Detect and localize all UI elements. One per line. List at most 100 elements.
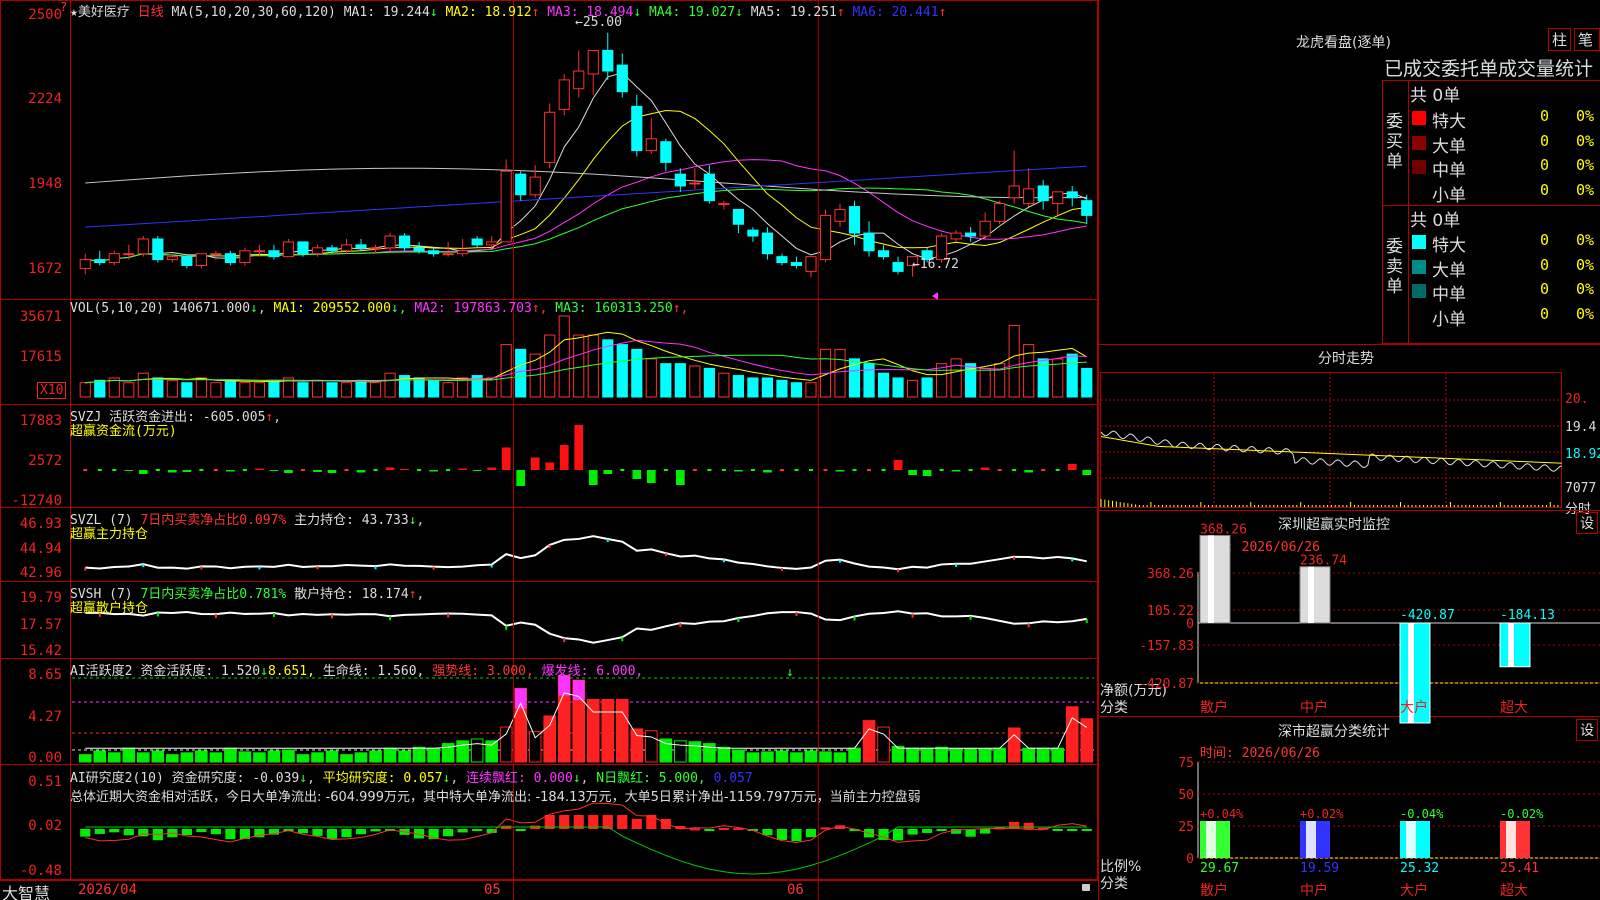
svzj-bar: [675, 470, 685, 485]
candle-body: [471, 238, 483, 246]
ai1-bar: [993, 747, 1006, 763]
ai2-bar: [1067, 829, 1078, 831]
ma-arrow-6: ↑: [938, 5, 947, 20]
svzj-bar: [284, 470, 293, 473]
ai1-bar: [340, 754, 353, 763]
intraday-tick-0: 20.: [1565, 392, 1589, 407]
ai1-bar: [78, 754, 92, 763]
svzj-bar: [922, 470, 932, 476]
sell-label-0: 特大: [1432, 236, 1466, 256]
svzj-bar: [138, 470, 148, 474]
ai2-bar: [631, 818, 642, 829]
candle-body: [181, 256, 193, 266]
candle-body: [210, 253, 222, 256]
lock-icon[interactable]: [1082, 884, 1090, 891]
volume-bar: [834, 348, 846, 398]
svzl-tick: [200, 566, 203, 570]
svzj-dot: [721, 469, 726, 471]
vol-ma-3: MA3: 160313.250: [555, 301, 673, 316]
sell-label-1: 大单: [1432, 260, 1466, 281]
sell-value-2: 0: [1540, 280, 1550, 298]
candle-body: [877, 250, 890, 258]
candle-body: [224, 253, 236, 264]
svsh-ytick-2: 15.42: [19, 643, 62, 659]
volume-bar: [776, 379, 788, 398]
ai2-bar: [718, 828, 729, 831]
svzl-tick: [548, 544, 551, 548]
svsh-tick: [969, 615, 972, 620]
vol-ytick-0: 35671: [19, 309, 62, 325]
monitor-settings-button[interactable]: 设: [1576, 512, 1598, 534]
ai1-bar: [1065, 706, 1079, 763]
ai1-bar: [354, 752, 368, 763]
candle-body: [442, 253, 454, 256]
svsh-sub: 超赢散户持仓: [70, 601, 149, 616]
volume-bar: [137, 372, 149, 398]
ai2-bar: [965, 829, 976, 837]
volume-bar: [689, 365, 701, 398]
svzj-bar: [763, 470, 772, 473]
svzj-dot: [1055, 469, 1060, 471]
sell-label-3: 小单: [1432, 309, 1466, 330]
svsh-tick: [331, 614, 333, 619]
svzj-dot: [750, 469, 755, 471]
period-label[interactable]: 日线: [138, 5, 164, 20]
buy-total: 共 0单: [1410, 86, 1461, 106]
bar-mode-button[interactable]: 柱: [1548, 28, 1572, 51]
volume-bar: [181, 382, 193, 398]
candle-body: [108, 253, 120, 264]
candle-body: [863, 232, 875, 252]
class-settings-button[interactable]: 设: [1576, 719, 1598, 741]
ai1-bar: [746, 752, 760, 763]
svzj-dot: [692, 469, 697, 471]
vol-ytick-1: 17615: [19, 349, 62, 365]
ai1-ytick-2: 0.00: [28, 750, 62, 766]
ai1-bar: [180, 752, 194, 763]
buy-pct-1: 0%: [1576, 131, 1595, 150]
candle-body: [500, 170, 512, 243]
svzj-dot: [112, 469, 117, 471]
volume-bar: [660, 363, 672, 398]
volume-bar: [500, 344, 512, 398]
ai2-bar: [1081, 829, 1092, 831]
svsh-ytick-0: 19.79: [19, 590, 62, 606]
svzj-bar: [951, 470, 961, 472]
volume-bar: [1008, 325, 1020, 398]
tick-mode-button[interactable]: 笔: [1574, 28, 1600, 51]
volume-bar: [195, 377, 207, 398]
ai2-bar: [370, 829, 381, 832]
star-icon[interactable]: ★: [70, 5, 78, 20]
svzj-bar: [545, 462, 555, 470]
sell-swatch-0: [1412, 235, 1426, 249]
buy-value-2: 0: [1540, 156, 1550, 174]
ma-arrow-1: ↓: [429, 5, 446, 20]
ai2-bar: [689, 828, 700, 831]
ai1-lifeline: 生命线: 1.560,: [322, 664, 425, 679]
svzj-bar: [487, 467, 497, 470]
candle-body: [761, 232, 774, 255]
svzj-bar: [356, 470, 366, 473]
svzl-tick: [606, 538, 609, 542]
candle-body: [544, 111, 556, 163]
order-stats-tab[interactable]: 已成交委托单成交量统计: [1384, 54, 1600, 81]
candle-body: [123, 253, 135, 256]
ai1-bar: [369, 750, 382, 763]
volume-bar: [326, 382, 338, 398]
svzl-tick: [780, 567, 783, 571]
volume-bar: [674, 363, 686, 398]
svzj-dot: [663, 469, 668, 471]
ai1-bar: [122, 747, 136, 763]
buy-side-label: 委买单: [1386, 112, 1403, 172]
ai1-ytick-0: 8.65: [28, 667, 62, 683]
volume-bar: [123, 382, 135, 398]
intraday-chart[interactable]: [1100, 372, 1562, 508]
ai2-header: AI研究度2(10) 资金研究度: -0.039↓, 平均研究度: 0.057↓…: [70, 771, 753, 786]
candle-body: [152, 238, 164, 261]
ai1-header: AI活跃度2 资金活跃度: 1.520↓8.651, 生命线: 1.560, 强…: [70, 660, 643, 679]
ai1-bar: [282, 749, 295, 763]
ai1-bar: [528, 731, 542, 763]
class-time: 时间: 2026/06/26: [1200, 746, 1320, 761]
ai1-bar: [891, 745, 905, 763]
ai2-bar: [297, 829, 309, 834]
buy-swatch-1: [1412, 135, 1426, 150]
